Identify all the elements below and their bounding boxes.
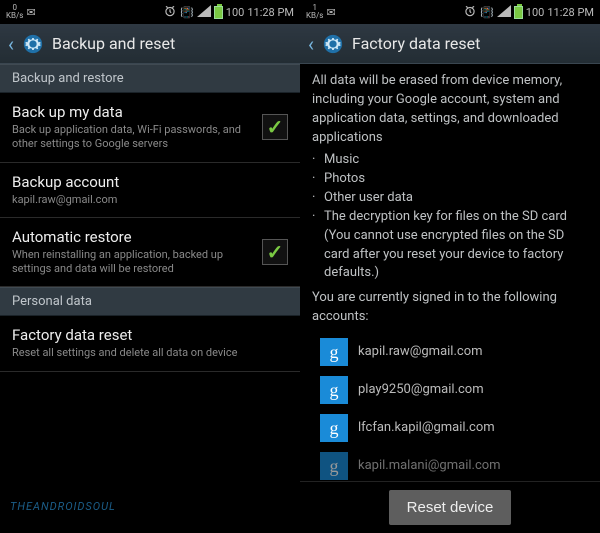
account-row: g kapil.raw@gmail.com (312, 333, 588, 371)
google-icon: g (320, 338, 348, 366)
title-bar: ‹ Backup and reset (0, 24, 300, 64)
status-bar: 0 KB/s ✉ 📳 100 11:28 PM (0, 0, 300, 24)
bullet-music: Music (324, 151, 359, 170)
settings-gear-icon[interactable] (22, 33, 44, 55)
gmail-icon: ✉ (326, 6, 335, 19)
account-email: kapil.raw@gmail.com (358, 343, 483, 362)
item-backup-my-data[interactable]: Back up my data Back up application data… (0, 93, 300, 163)
google-icon: g (320, 452, 348, 480)
alarm-icon (463, 4, 477, 21)
back-icon[interactable]: ‹ (8, 32, 14, 56)
signal-icon (197, 5, 211, 20)
account-email: play9250@gmail.com (358, 381, 484, 400)
page-title: Factory data reset (352, 34, 480, 53)
setting-title: Backup account (12, 173, 288, 191)
page-title: Backup and reset (52, 34, 175, 53)
screen-backup-reset: 0 KB/s ✉ 📳 100 11:28 PM ‹ Backup and res… (0, 0, 300, 533)
battery-percent: 100 (226, 6, 245, 19)
alarm-icon (163, 4, 177, 21)
setting-subtitle: When reinstalling an application, backed… (12, 248, 252, 277)
status-bar: 1 KB/s ✉ 📳 100 11:28 PM (300, 0, 600, 24)
item-automatic-restore[interactable]: Automatic restore When reinstalling an a… (0, 218, 300, 288)
clock-time: 11:28 PM (547, 6, 594, 19)
data-speed-indicator: 0 KB/s (6, 4, 23, 20)
signal-icon (497, 5, 511, 20)
account-row: g lfcfan.kapil@gmail.com (312, 409, 588, 447)
gmail-icon: ✉ (26, 6, 35, 19)
account-row: g kapil.malani@gmail.com (312, 447, 588, 481)
data-speed-indicator: 1 KB/s (306, 4, 323, 20)
warning-text: All data will be erased from device memo… (312, 72, 588, 147)
signed-in-text: You are currently signed in to the follo… (312, 289, 588, 327)
section-personal-data: Personal data (0, 287, 300, 316)
account-row: g play9250@gmail.com (312, 371, 588, 409)
setting-subtitle: Back up application data, Wi-Fi password… (12, 123, 252, 152)
setting-subtitle: Reset all settings and delete all data o… (12, 346, 288, 360)
title-bar: ‹ Factory data reset (300, 24, 600, 64)
vibrate-icon: 📳 (480, 6, 494, 19)
settings-gear-icon[interactable] (322, 33, 344, 55)
setting-title: Automatic restore (12, 228, 252, 246)
google-icon: g (320, 376, 348, 404)
section-backup-restore: Backup and restore (0, 64, 300, 93)
account-email: kapil.malani@gmail.com (358, 457, 501, 476)
item-backup-account[interactable]: Backup account kapil.raw@gmail.com (0, 163, 300, 218)
clock-time: 11:28 PM (247, 6, 294, 19)
checkbox-auto-restore[interactable] (262, 239, 288, 265)
battery-icon (514, 6, 523, 19)
button-bar: Reset device (300, 481, 600, 533)
account-email: lfcfan.kapil@gmail.com (358, 419, 495, 438)
item-factory-reset[interactable]: Factory data reset Reset all settings an… (0, 316, 300, 371)
screen-factory-reset: 1 KB/s ✉ 📳 100 11:28 PM ‹ Factory data r… (300, 0, 600, 533)
battery-percent: 100 (526, 6, 545, 19)
bullet-decryption: The decryption key for files on the SD c… (324, 208, 567, 227)
checkbox-backup-data[interactable] (262, 114, 288, 140)
google-icon: g (320, 414, 348, 442)
vibrate-icon: 📳 (180, 6, 194, 19)
bullet-photos: Photos (324, 170, 365, 189)
bullet-user-data: Other user data (324, 189, 413, 208)
setting-title: Factory data reset (12, 326, 288, 344)
battery-icon (214, 6, 223, 19)
watermark: THEANDROIDSOUL (10, 500, 116, 513)
bullet-decryption-note: (You cannot use encrypted files on the S… (312, 227, 588, 284)
reset-device-button[interactable]: Reset device (389, 490, 512, 525)
setting-title: Back up my data (12, 103, 252, 121)
setting-subtitle: kapil.raw@gmail.com (12, 193, 288, 207)
back-icon[interactable]: ‹ (308, 32, 314, 56)
reset-warning-content: All data will be erased from device memo… (300, 64, 600, 481)
